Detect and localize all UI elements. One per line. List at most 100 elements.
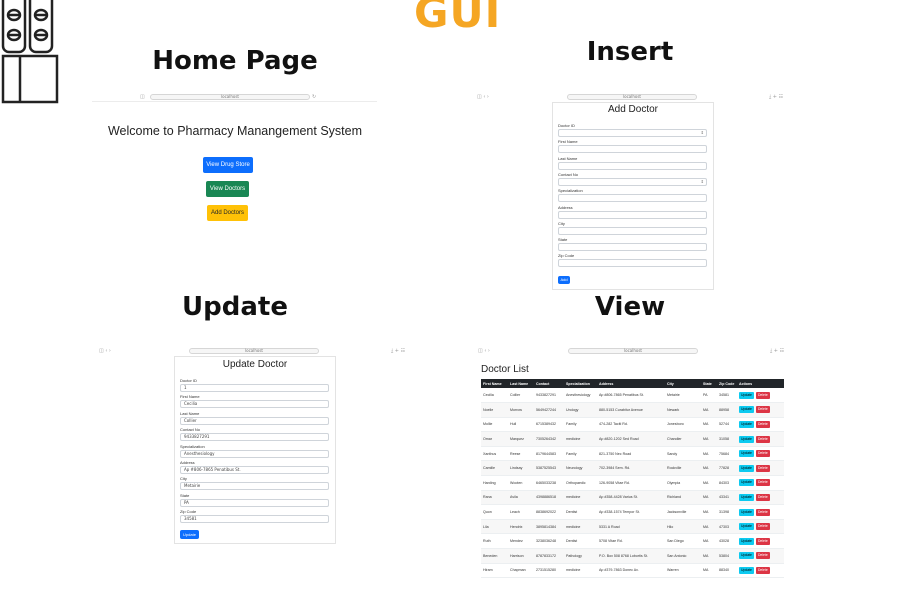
table-cell: Cecilia [481, 388, 508, 404]
sidebar-toggle-icon[interactable]: ◫ ‹ › [477, 94, 489, 100]
update-field-input[interactable]: 34581 [180, 515, 329, 524]
update-field-label: State [180, 492, 190, 498]
sidebar-toggle-icon[interactable]: ◫ ‹ › [478, 348, 490, 354]
row-delete-button[interactable]: Delete [755, 450, 770, 458]
row-delete-button[interactable]: Delete [755, 552, 770, 560]
actions-cell: Update Delete [737, 417, 784, 433]
row-delete-button[interactable]: Delete [755, 537, 770, 545]
insert-field-label: First Name [558, 139, 578, 145]
row-update-button[interactable]: Update [739, 566, 754, 574]
update-field-input[interactable]: Cecilia [180, 400, 329, 409]
row-update-button[interactable]: Update [739, 435, 754, 443]
row-delete-button[interactable]: Delete [755, 523, 770, 531]
spinner-icon[interactable]: ⇕ [701, 179, 704, 185]
view-doctors-button[interactable]: View Doctors [206, 181, 249, 197]
reload-icon[interactable]: ↻ [312, 94, 316, 100]
update-field-input[interactable]: Ap #806-7865 Penatibus St. [180, 466, 329, 474]
section-title-home: Home Page [152, 46, 318, 76]
insert-field-label: Address [558, 204, 573, 210]
row-delete-button[interactable]: Delete [755, 493, 770, 501]
share-icon[interactable]: ⤓ + ☷ [769, 94, 783, 100]
table-cell: 9433827291 [534, 388, 564, 404]
row-update-button[interactable]: Update [739, 464, 754, 472]
insert-field-input[interactable] [558, 145, 707, 154]
table-cell: Omar [481, 431, 508, 447]
update-url-bar[interactable]: localhost [189, 348, 319, 354]
view-drug-store-button[interactable]: View Drug Store [203, 157, 253, 173]
table-cell: San Antonio [665, 548, 701, 564]
table-cell: Harding [481, 475, 508, 491]
table-cell: 47303 [717, 519, 737, 535]
insert-field-input[interactable] [558, 243, 707, 252]
view-browser-bar: ◫ ‹ › localhost ⤓ + ☷ [476, 346, 794, 356]
view-url-bar[interactable]: localhost [568, 348, 698, 354]
row-delete-button[interactable]: Delete [755, 391, 770, 399]
insert-field-input[interactable] [558, 259, 707, 268]
row-update-button[interactable]: Update [739, 493, 754, 501]
row-delete-button[interactable]: Delete [755, 479, 770, 487]
row-update-button[interactable]: Update [739, 479, 754, 487]
sidebar-toggle-icon[interactable]: ◫ ‹ › [99, 348, 111, 354]
row-update-button[interactable]: Update [739, 391, 754, 399]
update-field-input[interactable]: Anesthesiology [180, 449, 329, 458]
row-delete-button[interactable]: Delete [755, 464, 770, 472]
share-icon[interactable]: ⤓ + ☷ [770, 348, 784, 354]
table-cell: Anesthesiology [564, 388, 597, 404]
spinner-icon[interactable]: ⇕ [701, 130, 704, 136]
table-cell: Ap #358-4428 Varius St. [597, 490, 665, 506]
table-cell: MA [701, 460, 717, 477]
table-cell: 821-3750 Nec Road [597, 446, 665, 462]
table-cell: Morrow [508, 402, 534, 418]
table-cell: MA [701, 431, 717, 447]
add-button[interactable]: Add [558, 276, 570, 284]
table-row: Rana Avila 4398886518 medicine Ap #358-4428 … [481, 490, 784, 506]
actions-cell: Update Delete [737, 548, 784, 564]
insert-url-bar[interactable]: localhost [567, 94, 697, 100]
row-update-button[interactable]: Update [739, 537, 754, 545]
table-cell: 8838692022 [534, 504, 564, 520]
share-icon[interactable]: ⤓ + ☷ [391, 348, 405, 354]
insert-field-label: Contact No [558, 171, 579, 177]
table-cell: Avila [508, 490, 534, 506]
table-cell: Ap #379-7863 Donec Av. [597, 563, 665, 579]
table-row: Beneden Harrison 8787833172 Pathology P.O. B… [481, 548, 784, 564]
row-update-button[interactable]: Update [739, 420, 754, 428]
add-doctors-button[interactable]: Add Doctors [207, 205, 248, 221]
table-cell: Jacksonville [665, 504, 701, 520]
update-button[interactable]: Update [180, 530, 199, 539]
row-delete-button[interactable]: Delete [755, 435, 770, 443]
insert-field-input[interactable] [558, 161, 707, 170]
insert-field-input[interactable] [558, 226, 707, 235]
table-cell: Metairie [665, 388, 701, 404]
update-field-input[interactable]: 9433827291 [180, 433, 329, 442]
update-field-input[interactable]: Collier [180, 416, 329, 425]
column-header: Actions [737, 379, 784, 388]
insert-field-input[interactable]: ⇕ [558, 129, 707, 137]
row-delete-button[interactable]: Delete [755, 508, 770, 516]
row-delete-button[interactable]: Delete [755, 406, 770, 414]
actions-cell: Update Delete [737, 533, 784, 550]
row-update-button[interactable]: Update [739, 523, 754, 531]
table-cell: Richland [665, 490, 701, 506]
table-cell: 52744 [717, 417, 737, 433]
insert-field-input[interactable] [558, 194, 707, 203]
table-cell: Quon [481, 504, 508, 520]
row-delete-button[interactable]: Delete [755, 566, 770, 574]
insert-field-label: Doctor ID [558, 123, 575, 128]
insert-field-label: State [558, 237, 568, 243]
row-update-button[interactable]: Update [739, 552, 754, 560]
update-field-input[interactable]: PA [180, 498, 329, 507]
table-row: Camille Lindsay 5387525543 Neurology 702-398… [481, 460, 784, 477]
update-field-input[interactable]: Metairie [180, 482, 329, 491]
row-delete-button[interactable]: Delete [755, 420, 770, 428]
actions-cell: Update Delete [737, 475, 784, 491]
row-update-button[interactable]: Update [739, 450, 754, 458]
home-url-bar[interactable]: localhost [150, 94, 310, 100]
row-update-button[interactable]: Update [739, 508, 754, 516]
update-field-input[interactable]: 1 [180, 384, 329, 392]
insert-field-input[interactable] [558, 210, 707, 219]
sidebar-toggle-icon[interactable]: ◫ [140, 94, 145, 100]
row-update-button[interactable]: Update [739, 406, 754, 414]
insert-field-input[interactable]: ⇕ [558, 177, 707, 186]
insert-field-label: Specialization [558, 188, 583, 194]
